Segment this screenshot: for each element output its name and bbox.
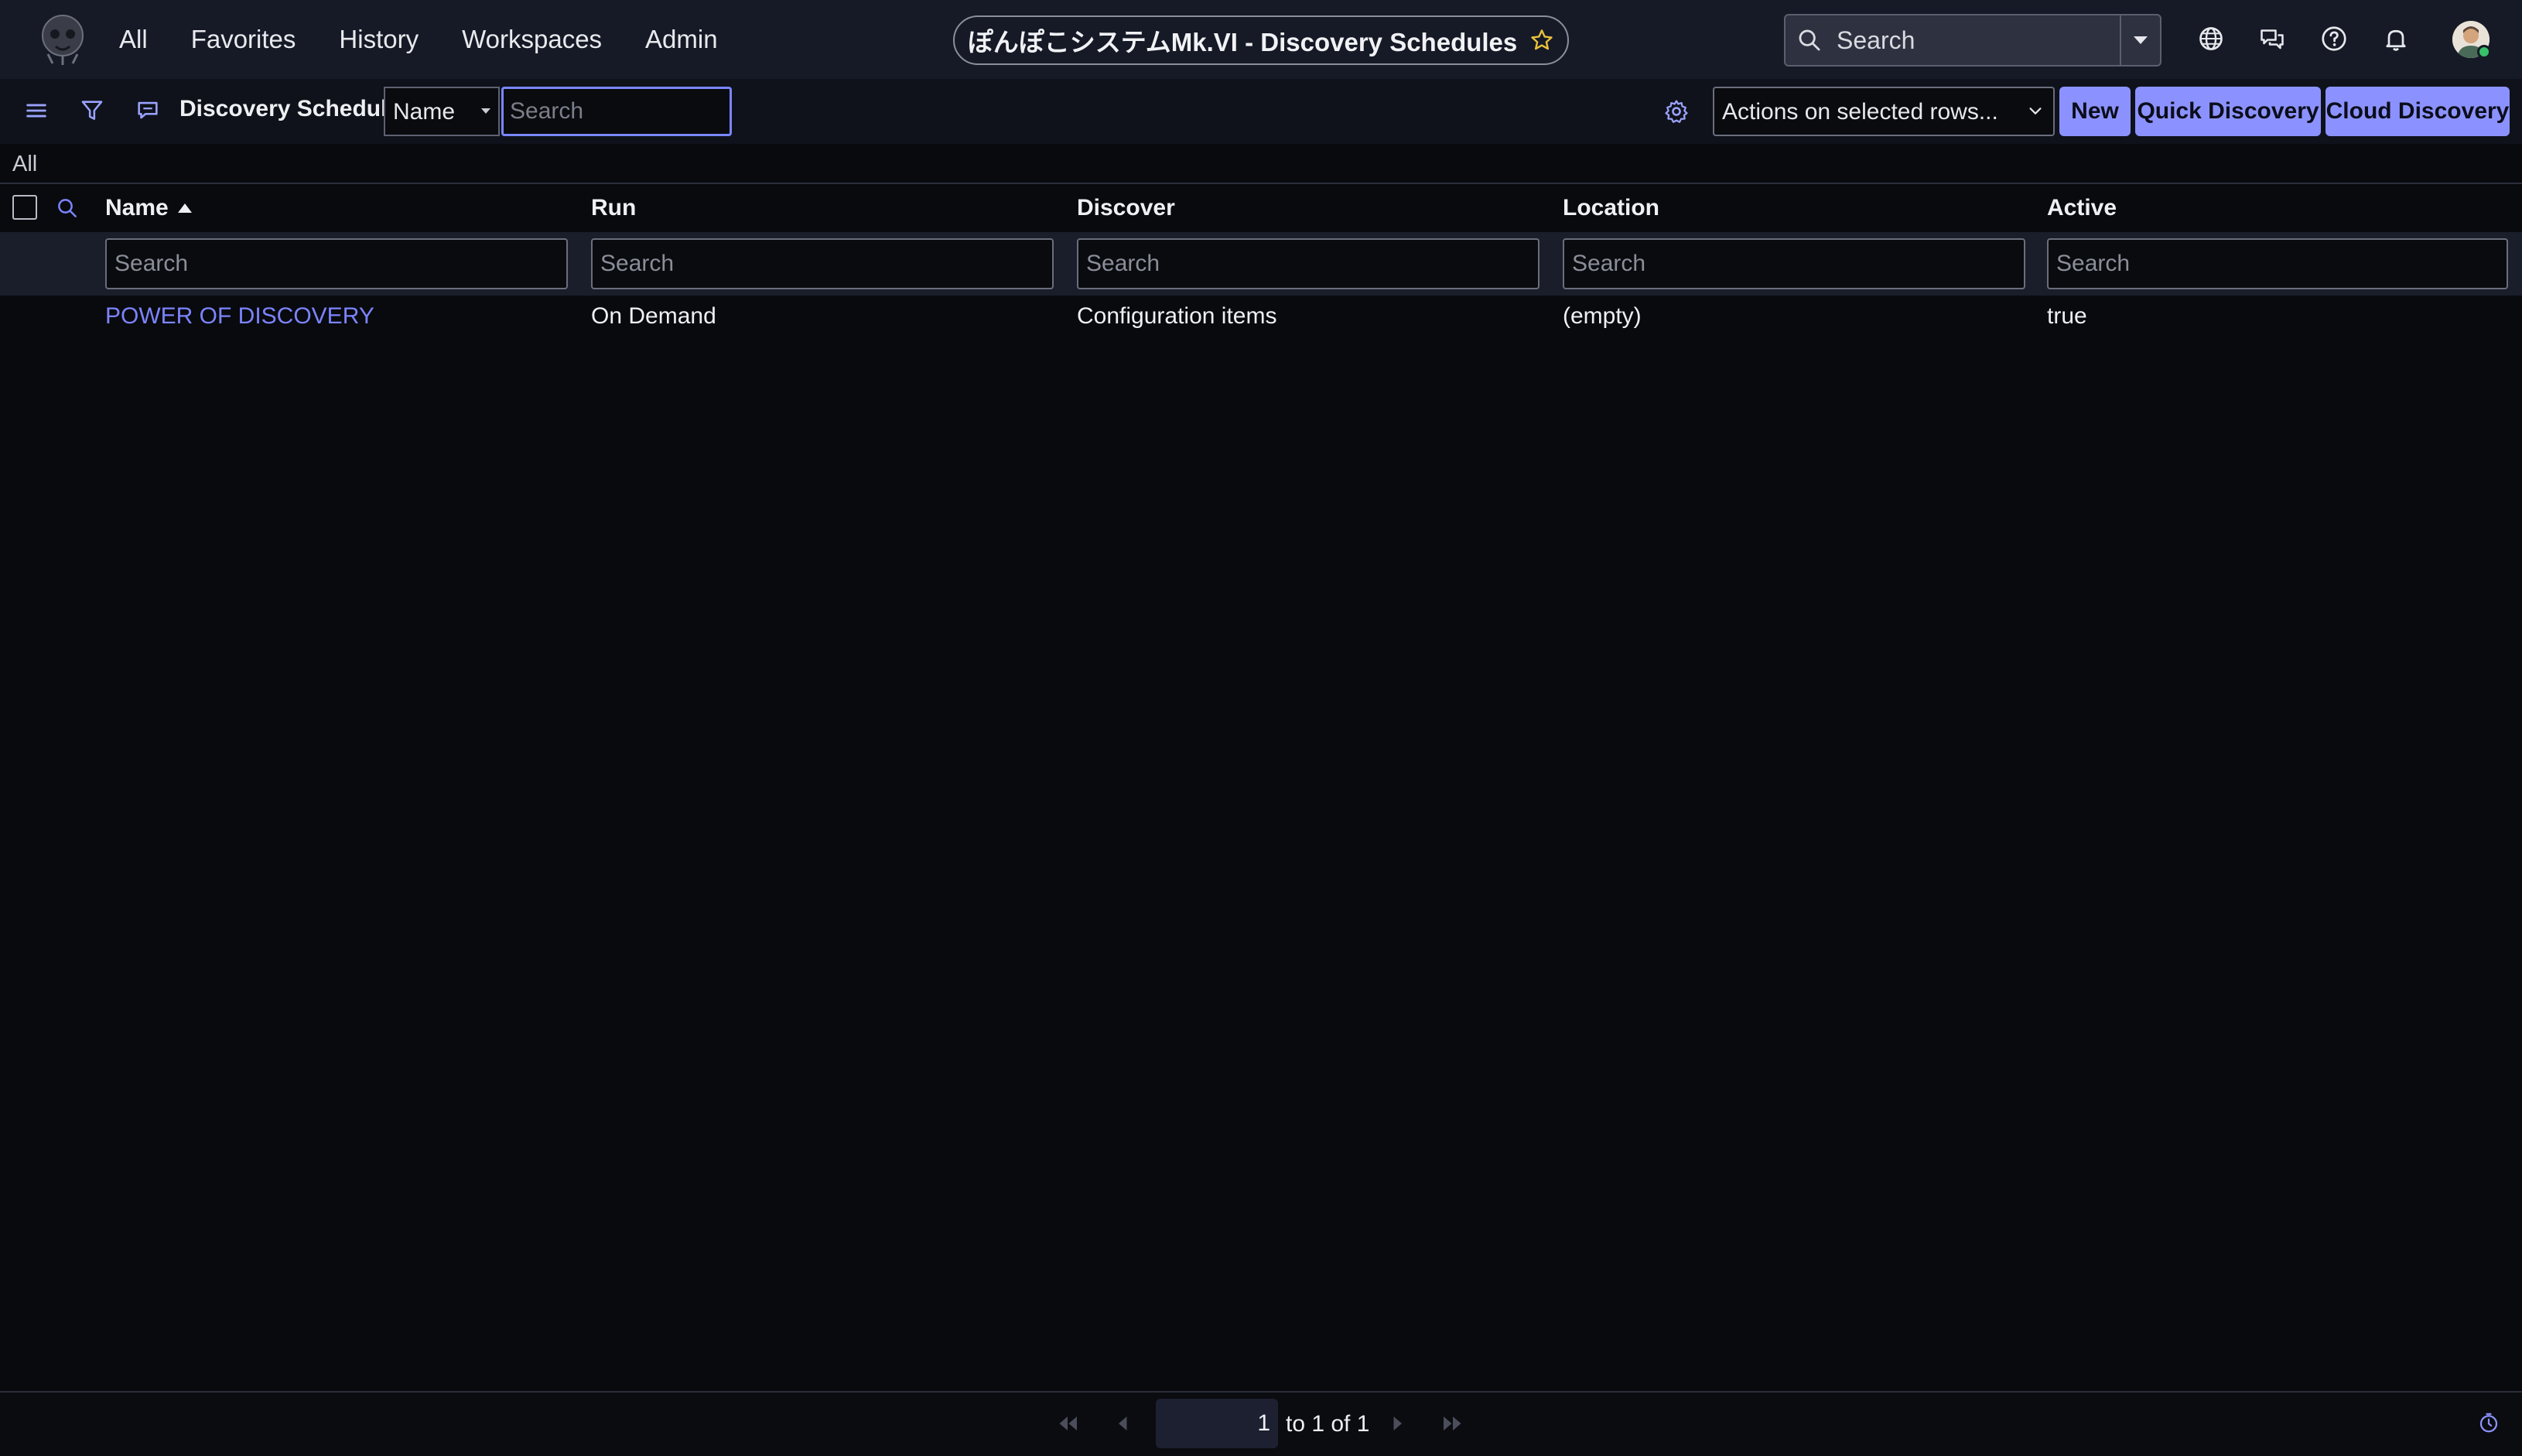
column-header-name[interactable]: Name: [105, 195, 192, 221]
select-all-checkbox[interactable]: [12, 195, 37, 220]
logo-icon[interactable]: [37, 12, 88, 67]
filter-input-location[interactable]: [1563, 238, 2025, 289]
nav-item-all[interactable]: All: [119, 25, 148, 54]
filter-input-run[interactable]: [591, 238, 1054, 289]
menu-icon[interactable]: [23, 97, 50, 124]
list-title: Discovery Schedules: [179, 96, 413, 121]
new-button[interactable]: New: [2059, 87, 2131, 136]
nav-item-workspaces[interactable]: Workspaces: [462, 25, 602, 54]
timer-icon[interactable]: [2477, 1411, 2500, 1434]
list-search-input[interactable]: [501, 87, 732, 136]
column-header-label: Location: [1563, 195, 1659, 220]
search-icon: [1799, 29, 1820, 51]
help-icon[interactable]: [2320, 25, 2348, 53]
page-number-input[interactable]: [1156, 1399, 1278, 1448]
page-range-text: to 1 of 1: [1286, 1411, 1370, 1437]
actions-select[interactable]: Actions on selected rows...: [1713, 87, 2055, 136]
gear-icon[interactable]: [1663, 98, 1690, 125]
filter-input-active[interactable]: [2047, 238, 2508, 289]
filter-input-name[interactable]: [105, 238, 568, 289]
column-header-label: Run: [591, 195, 637, 220]
column-header-run[interactable]: Run: [591, 195, 636, 221]
filter-icon[interactable]: [79, 97, 105, 124]
column-header-active[interactable]: Active: [2047, 195, 2117, 221]
column-header-discover[interactable]: Discover: [1077, 195, 1175, 221]
cell-run: On Demand: [591, 303, 716, 329]
bell-icon[interactable]: [2382, 25, 2410, 53]
search-scope-dropdown[interactable]: [2120, 15, 2160, 65]
first-page-icon[interactable]: [1054, 1410, 1082, 1437]
nav-menu: All Favorites History Workspaces Admin: [119, 0, 761, 79]
column-header-label: Discover: [1077, 195, 1175, 220]
caret-down-icon: [2134, 36, 2148, 44]
caret-down-icon: [481, 108, 490, 114]
nav-item-favorites[interactable]: Favorites: [191, 25, 296, 54]
globe-icon[interactable]: [2197, 25, 2225, 53]
cell-name-link[interactable]: POWER OF DISCOVERY: [105, 303, 374, 330]
nav-item-history[interactable]: History: [339, 25, 419, 54]
previous-page-icon[interactable]: [1109, 1410, 1137, 1437]
sort-ascending-icon: [177, 203, 192, 213]
page-title: ぽんぽこシステムMk.VI - Discovery Schedules: [967, 28, 1518, 56]
cloud-discovery-button[interactable]: Cloud Discovery: [2326, 87, 2510, 136]
top-navigation-bar: All Favorites History Workspaces Admin ぽ…: [0, 0, 2522, 79]
search-field-select-value: Name: [393, 99, 456, 125]
search-field-select[interactable]: Name: [384, 87, 500, 136]
actions-select-value: Actions on selected rows...: [1722, 99, 1998, 125]
star-icon[interactable]: [1529, 28, 1554, 53]
cell-location: (empty): [1563, 303, 1642, 329]
cell-discover: Configuration items: [1077, 303, 1277, 329]
cell-active: true: [2047, 303, 2087, 329]
global-search-input[interactable]: Search: [1837, 26, 2120, 55]
column-header-label: Name: [105, 195, 169, 220]
column-header-location[interactable]: Location: [1563, 195, 1659, 221]
chat-icon[interactable]: [2258, 25, 2286, 53]
quick-discovery-button[interactable]: Quick Discovery: [2135, 87, 2321, 136]
global-search[interactable]: Search: [1784, 14, 2161, 67]
last-page-icon[interactable]: [1439, 1410, 1467, 1437]
breadcrumb[interactable]: All: [12, 152, 37, 177]
table-header-row: [0, 183, 2522, 232]
next-page-icon[interactable]: [1383, 1410, 1411, 1437]
nav-item-admin[interactable]: Admin: [645, 25, 718, 54]
online-status-indicator: [2477, 45, 2491, 59]
comment-icon[interactable]: [135, 97, 161, 124]
filter-input-discover[interactable]: [1077, 238, 1540, 289]
chevron-down-icon: [2029, 108, 2042, 114]
page-title-pill[interactable]: ぽんぽこシステムMk.VI - Discovery Schedules: [953, 15, 1569, 65]
column-header-label: Active: [2047, 195, 2117, 220]
search-icon[interactable]: [56, 197, 79, 220]
